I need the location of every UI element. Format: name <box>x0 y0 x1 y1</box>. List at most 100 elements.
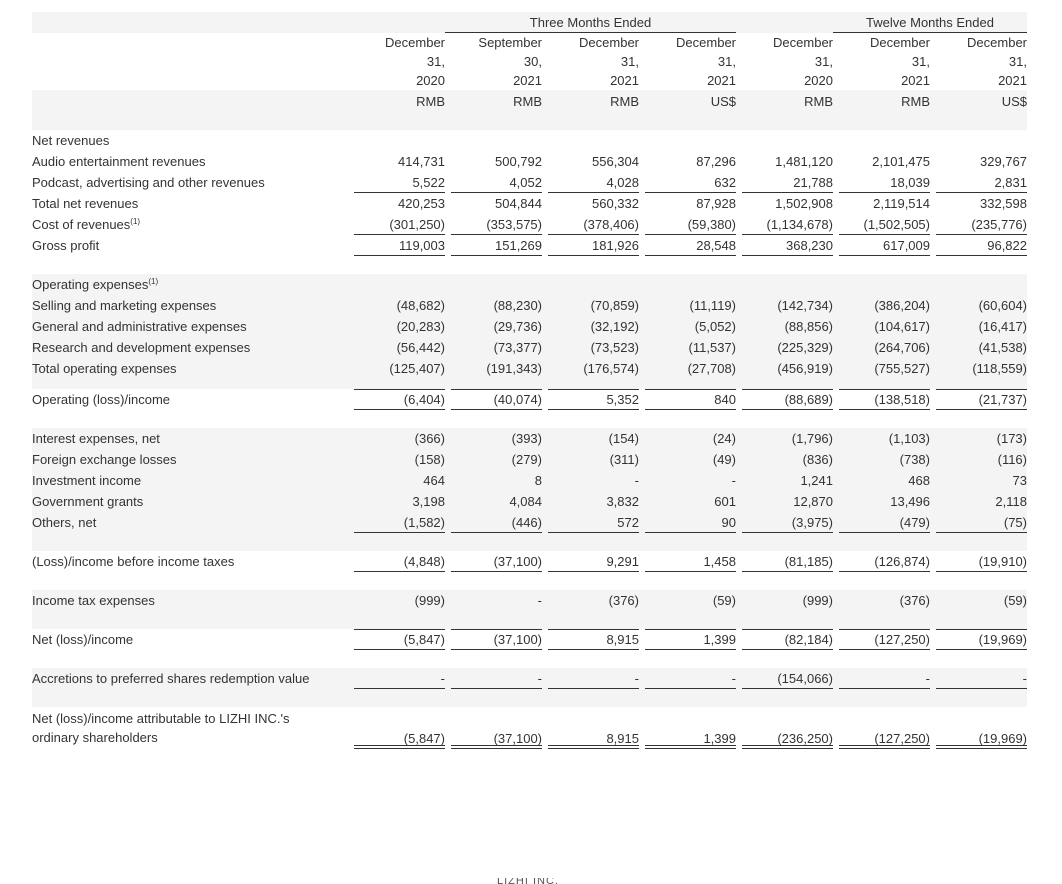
column-header-l1-7: December <box>967 35 1027 50</box>
cell-value: (154,066) <box>736 668 833 689</box>
header-group-row: Three Months Ended Twelve Months Ended <box>32 12 1027 33</box>
cell-value: (125,407) <box>389 361 445 376</box>
cell-value: (29,736) <box>493 319 542 334</box>
group-twelve-months-ended: Twelve Months Ended <box>833 12 1027 33</box>
cell-value: 119,003 <box>348 235 445 256</box>
cell-value: 2,101,475 <box>872 154 930 169</box>
column-header-l2-1: 31, <box>426 54 445 69</box>
cell-value: (236,250) <box>736 707 833 749</box>
table-row: Operating (loss)/income (6,404) (40,074) 5,… <box>32 389 1027 410</box>
currency-label-5: RMB <box>804 93 833 109</box>
cell-value: 464 <box>423 473 445 488</box>
cell-value <box>445 130 542 151</box>
cell-value: (279) <box>511 452 542 467</box>
column-header-l2-2: 30, <box>523 54 542 69</box>
cell-value: (1,796) <box>791 431 833 446</box>
cell-value: 4,052 <box>445 172 542 193</box>
row-label: General and administrative expenses <box>32 319 247 334</box>
table-row: Podcast, advertising and other revenues 5… <box>32 172 1027 193</box>
cell-value: (1,134,678) <box>736 214 833 235</box>
cell-value <box>736 274 833 295</box>
cell-value: 5,352 <box>542 389 639 410</box>
cell-value: - <box>833 668 930 689</box>
cell-value: 13,496 <box>890 494 930 509</box>
header-date-row-2: 31, 30, 31, 31, 31, 31, 31, <box>32 52 1027 71</box>
cell-value: (88,856) <box>784 319 833 334</box>
cell-value: (1,502,505) <box>833 214 930 235</box>
cell-value: (376) <box>899 593 930 608</box>
cell-value: (118,559) <box>972 361 1027 376</box>
cell-value: (235,776) <box>930 214 1027 235</box>
cell-value: (264,706) <box>874 340 930 355</box>
cell-value: (138,518) <box>833 389 930 410</box>
spacer-row <box>32 379 1027 389</box>
table-row: Cost of revenues(1) (301,250) (353,575) (37… <box>32 214 1027 235</box>
table-row: Interest expenses, net (366) (393) (154) (24… <box>32 428 1027 449</box>
table-row: General and administrative expenses (20,2… <box>32 316 1027 337</box>
cell-value: (37,100) <box>445 629 542 650</box>
cell-value: (11,119) <box>689 298 737 313</box>
table-row: Research and development expenses (56,442… <box>32 337 1027 358</box>
cell-value: (20,283) <box>396 319 445 334</box>
cell-value: 2,831 <box>930 172 1027 193</box>
cell-value: 504,844 <box>495 196 542 211</box>
cell-value: (56,442) <box>396 340 445 355</box>
table-row: Net (loss)/income attributable to LIZHI … <box>32 707 1027 749</box>
spacer-row <box>32 749 1027 767</box>
cell-value <box>445 274 542 295</box>
cell-value: (755,527) <box>874 361 930 376</box>
cell-value: (311) <box>609 452 639 467</box>
cell-value: 87,928 <box>696 196 736 211</box>
cell-value: 9,291 <box>542 551 639 572</box>
currency-label-7: US$ <box>1001 93 1027 109</box>
cell-value: 1,399 <box>639 707 736 749</box>
cell-value: 617,009 <box>833 235 930 256</box>
column-header-l2-6: 31, <box>911 54 930 69</box>
row-label: Others, net <box>32 515 97 530</box>
spacer-row <box>32 256 1027 274</box>
cell-value: (104,617) <box>874 319 930 334</box>
cell-value: (1,103) <box>888 431 930 446</box>
row-label: Podcast, advertising and other revenues <box>32 175 265 190</box>
currency-label-2: RMB <box>513 93 542 109</box>
cell-value: 420,253 <box>398 196 445 211</box>
cell-value: (49) <box>712 452 736 467</box>
footer-fragment: LIZHI INC. <box>497 878 559 884</box>
row-label: Investment income <box>32 473 142 488</box>
row-label: Income tax expenses <box>32 593 155 608</box>
table-row: (Loss)/income before income taxes (4,848)… <box>32 551 1027 572</box>
cell-value: (1,582) <box>348 512 445 533</box>
cell-value: (386,204) <box>874 298 930 313</box>
row-label: Net (loss)/income <box>32 632 134 647</box>
cell-value: (88,230) <box>493 298 542 313</box>
spacer-row <box>32 572 1027 590</box>
cell-value: (21,737) <box>930 389 1027 410</box>
cell-value: (59) <box>1003 593 1027 608</box>
cell-value: (16,417) <box>978 319 1027 334</box>
cell-value: (154) <box>608 431 639 446</box>
cell-value: (173) <box>996 431 1027 446</box>
table-row: Total net revenues 420,253 504,844 560,332 8… <box>32 193 1027 214</box>
cell-value: (378,406) <box>542 214 639 235</box>
column-header-l3-2: 2021 <box>513 73 542 88</box>
cell-value: - <box>537 593 542 608</box>
cell-value: 73 <box>1012 473 1027 488</box>
cell-value: (11,537) <box>688 340 736 355</box>
cell-value: (37,100) <box>445 551 542 572</box>
cell-value: 3,832 <box>606 494 639 509</box>
cell-value: (59,380) <box>639 214 736 235</box>
column-header-l1-4: December <box>676 35 736 50</box>
cell-value: 28,548 <box>639 235 736 256</box>
cell-value: (999) <box>802 593 833 608</box>
cell-value: (353,575) <box>445 214 542 235</box>
cell-value: (836) <box>802 452 833 467</box>
cell-value: 500,792 <box>495 154 542 169</box>
column-header-l3-7: 2021 <box>998 73 1027 88</box>
cell-value: 181,926 <box>542 235 639 256</box>
column-header-l2-4: 31, <box>717 54 736 69</box>
cell-value: (393) <box>511 431 542 446</box>
row-label: Research and development expenses <box>32 340 251 355</box>
header-currency-row: RMB RMB RMB US$ RMB RMB US$ <box>32 90 1027 112</box>
cell-value: - <box>634 473 639 488</box>
column-header-l3-5: 2020 <box>804 73 833 88</box>
